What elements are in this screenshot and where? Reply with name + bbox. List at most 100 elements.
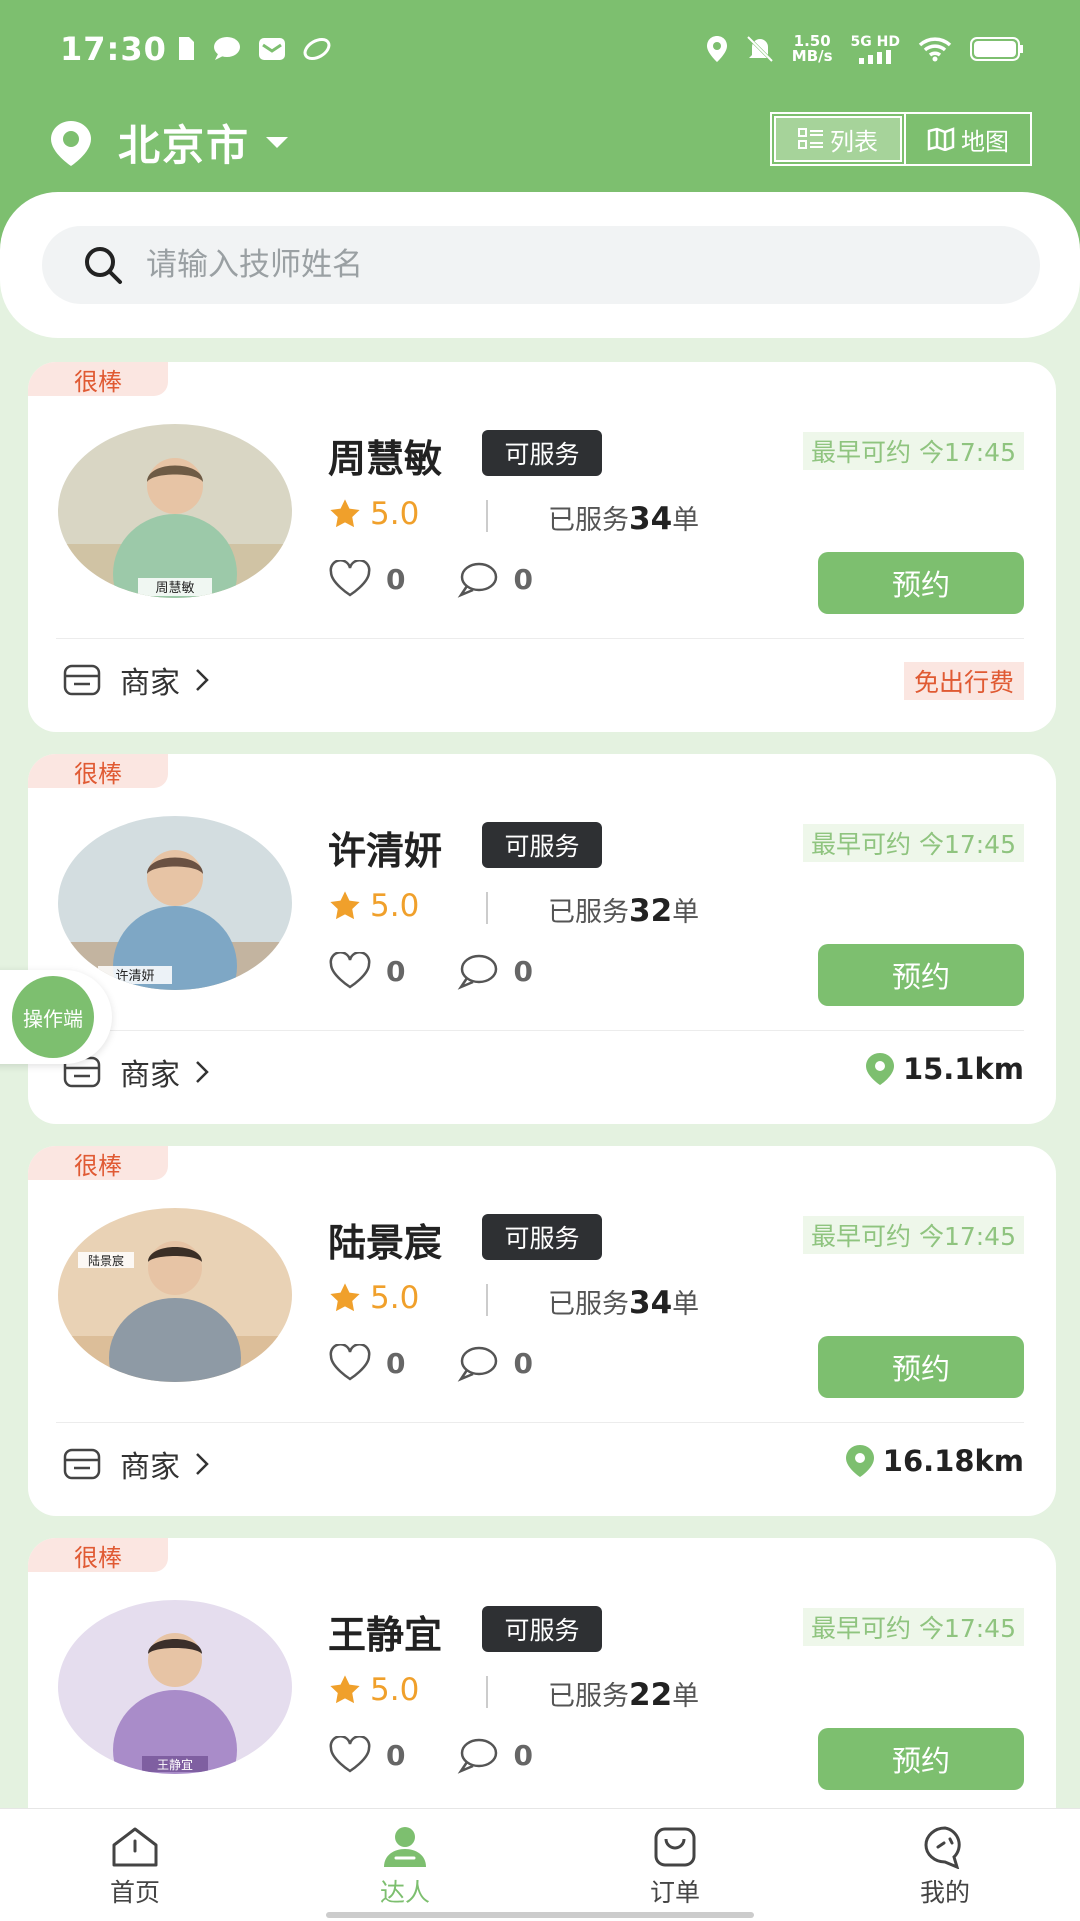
- tab-mine[interactable]: 我的: [810, 1809, 1080, 1921]
- tab-orders[interactable]: 订单: [540, 1809, 810, 1921]
- map-icon: [927, 127, 955, 151]
- leaf-icon: [303, 38, 331, 60]
- comment-count: 0: [513, 954, 533, 988]
- status-notification-icons: [176, 36, 332, 62]
- social-stats: 0 0: [328, 952, 585, 990]
- tab-orders-label: 订单: [649, 1878, 700, 1907]
- technician-card[interactable]: 很棒 许清妍 许清妍 可服务 最早可约 今17:45 5.0 已服务32单 0 …: [28, 754, 1056, 1124]
- location-status-icon: [706, 36, 727, 62]
- comment-icon[interactable]: [457, 1344, 499, 1382]
- distance: 16.18km: [845, 1444, 1024, 1478]
- bag-icon: [654, 1827, 696, 1867]
- view-list-button[interactable]: 列表: [774, 116, 902, 162]
- divider: [56, 1422, 1024, 1423]
- tab-experts[interactable]: 达人: [270, 1809, 540, 1921]
- available-tag: 可服务: [482, 430, 602, 476]
- divider: [56, 638, 1024, 639]
- social-stats: 0 0: [328, 560, 585, 598]
- rating-badge: 很棒: [28, 754, 168, 788]
- available-tag: 可服务: [482, 1214, 602, 1260]
- technician-avatar[interactable]: 王静宜: [58, 1600, 292, 1774]
- rating: 5.0: [328, 1672, 419, 1708]
- city-selector[interactable]: 北京市: [46, 112, 289, 173]
- rating-badge: 很棒: [28, 362, 168, 396]
- comment-icon[interactable]: [457, 1736, 499, 1774]
- served-count: 已服务32单: [548, 893, 700, 929]
- store-icon: [63, 1448, 101, 1480]
- rating-badge: 很棒: [28, 1146, 168, 1180]
- merchant-link[interactable]: 商家: [62, 658, 210, 702]
- battery-icon: [970, 37, 1023, 61]
- technician-name: 陆景宸: [328, 1221, 443, 1265]
- social-stats: 0 0: [328, 1736, 585, 1774]
- svg-text:王静宜: 王静宜: [157, 1757, 193, 1772]
- technician-avatar[interactable]: 许清妍: [58, 816, 292, 990]
- merchant-label: 商家: [120, 666, 180, 701]
- heart-icon[interactable]: [328, 560, 372, 598]
- operator-float-button[interactable]: 操作端: [0, 970, 112, 1064]
- comment-count: 0: [513, 562, 533, 596]
- rating-badge: 很棒: [28, 1538, 168, 1572]
- sim-icon: [179, 37, 194, 60]
- rating: 5.0: [328, 496, 419, 532]
- status-time: 17:30: [60, 30, 167, 68]
- heart-icon[interactable]: [328, 952, 372, 990]
- heart-icon[interactable]: [328, 1736, 372, 1774]
- rating-value: 5.0: [370, 1672, 420, 1708]
- like-count: 0: [386, 1346, 406, 1380]
- svg-text:陆景宸: 陆景宸: [88, 1253, 124, 1268]
- chevron-right-icon: [196, 1061, 209, 1083]
- search-bar[interactable]: [42, 226, 1040, 304]
- technician-avatar[interactable]: 陆景宸: [58, 1208, 292, 1382]
- merchant-link[interactable]: 商家: [62, 1442, 210, 1486]
- status-system-icons: 1.50 MB/s 5G HD: [706, 34, 1024, 64]
- mute-icon: [747, 36, 773, 62]
- tab-home-label: 首页: [109, 1878, 160, 1907]
- rating-value: 5.0: [370, 496, 420, 532]
- book-button[interactable]: 预约: [818, 552, 1024, 614]
- search-input[interactable]: [144, 246, 948, 284]
- signal-indicator: 5G HD: [851, 34, 900, 64]
- tab-home[interactable]: 首页: [0, 1809, 270, 1921]
- bottom-tab-bar: 首页 达人 订单 我的: [0, 1808, 1080, 1921]
- comment-count: 0: [513, 1346, 533, 1380]
- star-icon: [330, 891, 360, 920]
- available-tag: 可服务: [482, 822, 602, 868]
- separator: [486, 500, 488, 532]
- mail-icon: [259, 38, 285, 60]
- served-count: 已服务22单: [548, 1677, 700, 1713]
- earliest-time: 最早可约 今17:45: [803, 432, 1024, 470]
- technician-card[interactable]: 很棒 周慧敏 周慧敏 可服务 最早可约 今17:45 5.0 已服务34单 0 …: [28, 362, 1056, 732]
- merchant-label: 商家: [120, 1058, 180, 1093]
- wifi-icon: [918, 37, 952, 62]
- technician-card[interactable]: 很棒 陆景宸 陆景宸 可服务 最早可约 今17:45 5.0 已服务34单 0 …: [28, 1146, 1056, 1516]
- rating-value: 5.0: [370, 1280, 420, 1316]
- star-icon: [330, 1675, 360, 1704]
- divider: [56, 1030, 1024, 1031]
- technician-name: 许清妍: [328, 829, 443, 873]
- location-pin-icon: [845, 1445, 874, 1477]
- book-button[interactable]: 预约: [818, 944, 1024, 1006]
- book-button[interactable]: 预约: [818, 1728, 1024, 1790]
- tab-experts-label: 达人: [379, 1878, 430, 1907]
- comment-icon[interactable]: [457, 560, 499, 598]
- heart-icon[interactable]: [328, 1344, 372, 1382]
- rating: 5.0: [328, 1280, 419, 1316]
- home-indicator: [326, 1912, 754, 1918]
- svg-text:许清妍: 许清妍: [115, 969, 154, 984]
- status-bar: 17:30 1.50 MB/s 5G HD: [0, 0, 1080, 100]
- view-map-button[interactable]: 地图: [904, 114, 1030, 164]
- earliest-time: 最早可约 今17:45: [803, 1216, 1024, 1254]
- technician-avatar[interactable]: 周慧敏: [58, 424, 292, 598]
- comment-count: 0: [513, 1738, 533, 1772]
- served-count: 已服务34单: [548, 501, 700, 537]
- social-stats: 0 0: [328, 1344, 585, 1382]
- book-button[interactable]: 预约: [818, 1336, 1024, 1398]
- earliest-time: 最早可约 今17:45: [803, 824, 1024, 862]
- technician-name: 王静宜: [328, 1613, 443, 1657]
- comment-icon[interactable]: [457, 952, 499, 990]
- separator: [486, 892, 488, 924]
- like-count: 0: [386, 1738, 406, 1772]
- free-travel-tag: 免出行费: [903, 662, 1024, 700]
- operator-label: 操作端: [12, 976, 94, 1058]
